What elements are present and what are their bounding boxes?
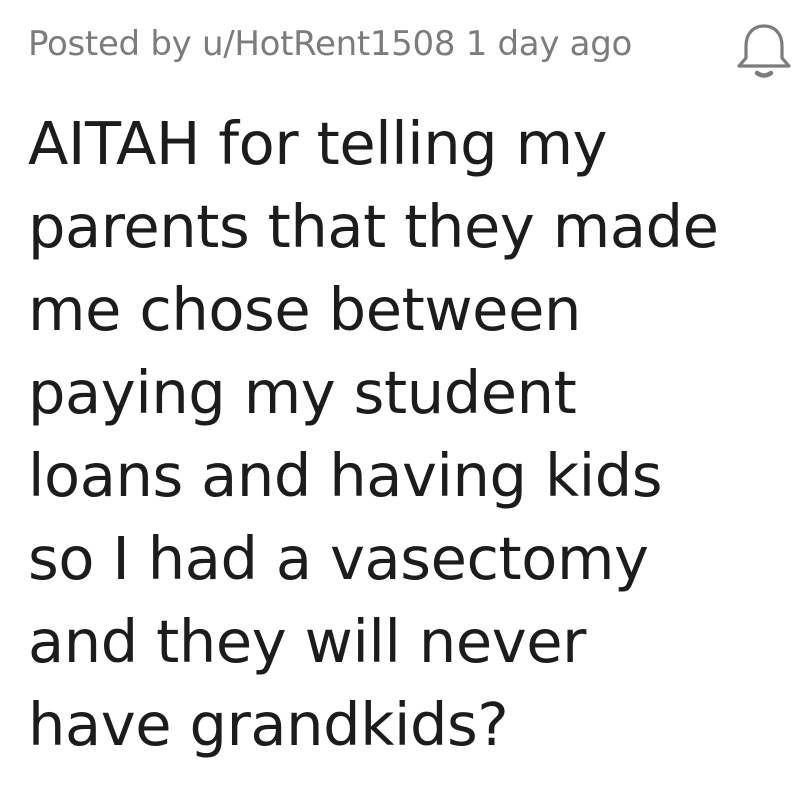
post-title-line: so I had a vasectomy: [28, 524, 649, 593]
post-title-line: loans and having kids: [28, 441, 663, 510]
post-title-line: AITAH for telling my: [28, 109, 608, 178]
post-title-line: have grandkids?: [28, 690, 509, 759]
post-title-line: paying my student: [28, 358, 577, 427]
post-card: Posted by u/HotRent1508 1 day ago AITAH …: [0, 0, 800, 787]
post-meta-row: Posted by u/HotRent1508 1 day ago: [28, 18, 800, 78]
post-title[interactable]: AITAH for telling my parents that they m…: [28, 102, 788, 766]
post-title-line: me chose between: [28, 275, 581, 344]
post-meta: Posted by u/HotRent1508 1 day ago: [28, 24, 632, 64]
bell-icon[interactable]: [731, 18, 797, 84]
post-title-line: parents that they made: [28, 192, 719, 261]
post-title-line: and they will never: [28, 607, 586, 676]
